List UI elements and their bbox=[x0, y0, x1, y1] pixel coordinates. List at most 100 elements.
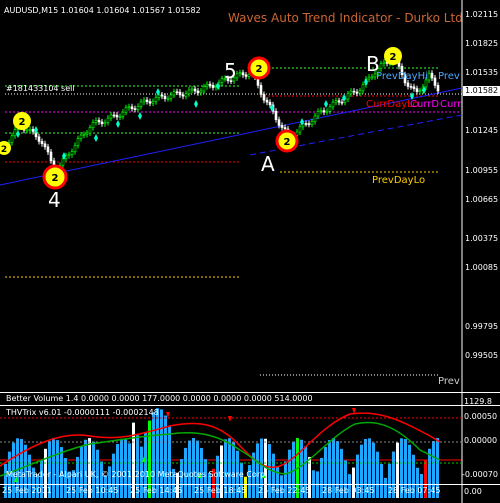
candle-body bbox=[340, 101, 344, 104]
candle-body bbox=[100, 121, 104, 125]
candle-body bbox=[358, 90, 362, 94]
candle-body bbox=[244, 74, 248, 77]
candle-body bbox=[427, 72, 431, 81]
wave-circle-a: 2 bbox=[275, 129, 299, 153]
candle-body bbox=[415, 88, 419, 92]
candle-body bbox=[280, 125, 284, 128]
candle-body bbox=[202, 86, 206, 92]
price-tick: 1.01825 bbox=[465, 39, 499, 48]
thv-trix-panel[interactable]: THVTrix v6.01 -0.0000111 -0.0002148 0.00… bbox=[0, 406, 500, 484]
candle-body bbox=[145, 99, 149, 102]
wave-marker-icon bbox=[138, 112, 142, 120]
wave-marker-icon bbox=[324, 100, 328, 108]
price-tick: 1.00375 bbox=[465, 234, 499, 243]
candle-body bbox=[85, 132, 89, 135]
candle-body bbox=[118, 116, 122, 118]
candle-body bbox=[418, 90, 422, 92]
candle-body bbox=[109, 114, 113, 119]
candle-body bbox=[328, 106, 332, 112]
candle-body bbox=[409, 86, 413, 88]
candle-body bbox=[166, 98, 170, 100]
price-tick: 1.00085 bbox=[465, 263, 499, 272]
candle-body bbox=[172, 91, 176, 96]
candle-body bbox=[346, 93, 350, 100]
candle-body bbox=[316, 111, 320, 117]
candle-body bbox=[37, 136, 41, 142]
sell-arrow-icon bbox=[228, 416, 232, 422]
candle-body bbox=[436, 85, 440, 92]
wave-circle-b: 2 bbox=[384, 47, 402, 65]
wave-circle-5: 2 bbox=[247, 56, 271, 80]
candle-body bbox=[136, 106, 140, 110]
candle-body bbox=[205, 83, 209, 88]
candle-body bbox=[187, 89, 191, 95]
svg-text:2: 2 bbox=[52, 173, 59, 184]
candle-body bbox=[106, 117, 110, 123]
candle-body bbox=[310, 121, 314, 125]
svg-text:2: 2 bbox=[1, 145, 7, 155]
candle-body bbox=[82, 134, 86, 136]
price-tick: 0.99505 bbox=[465, 351, 499, 360]
svg-text:2: 2 bbox=[256, 64, 263, 75]
candle-body bbox=[322, 110, 326, 113]
candle-body bbox=[160, 94, 164, 97]
candle-body bbox=[124, 107, 128, 113]
candle-body bbox=[208, 83, 212, 86]
candle-body bbox=[259, 85, 263, 95]
candle-body bbox=[142, 99, 146, 103]
candle-body bbox=[91, 122, 95, 128]
price-chart-panel[interactable]: 2 2 2 2 2 2 AUDUSD,M15 1.01604 1.01604 1… bbox=[0, 0, 500, 392]
candle-body bbox=[154, 97, 158, 102]
time-tick: 25 Feb 22:45 bbox=[258, 486, 311, 495]
price-tick: 1.00955 bbox=[465, 166, 499, 175]
candle-body bbox=[148, 101, 152, 104]
buy-arrow-icon bbox=[142, 456, 146, 462]
sell-arrow-icon bbox=[166, 412, 170, 418]
candle-body bbox=[370, 76, 374, 79]
time-tick: 25 Feb 2011 bbox=[2, 486, 52, 495]
candle-body bbox=[76, 138, 80, 146]
price-tick: 1.02115 bbox=[465, 10, 499, 19]
candle-body bbox=[175, 91, 179, 94]
candle-body bbox=[10, 135, 14, 143]
thv-axis-bottom: -0.00070 bbox=[462, 470, 498, 479]
time-tick: 25 Feb 14:45 bbox=[130, 486, 183, 495]
candle-body bbox=[43, 143, 47, 148]
candle-body bbox=[304, 123, 308, 125]
candle-body bbox=[190, 88, 194, 91]
candle-body bbox=[274, 110, 278, 120]
wave-circle-4: 2 bbox=[42, 164, 68, 190]
candle-body bbox=[298, 126, 302, 133]
candle-body bbox=[265, 99, 269, 103]
candle-body bbox=[121, 111, 125, 117]
candle-body bbox=[325, 110, 329, 113]
price-tick: 1.01245 bbox=[465, 126, 499, 135]
candle-body bbox=[49, 151, 53, 162]
candle-body bbox=[103, 122, 107, 125]
candle-body bbox=[181, 94, 185, 97]
candle-body bbox=[337, 100, 341, 103]
candle-body bbox=[184, 93, 188, 97]
candle-body bbox=[73, 145, 77, 152]
candle-body bbox=[79, 134, 83, 139]
time-tick: 25 Feb 18:45 bbox=[194, 486, 247, 495]
order-line-label[interactable]: #181433104 sell bbox=[6, 84, 75, 94]
candle-body bbox=[70, 151, 74, 156]
candle-body bbox=[211, 85, 215, 88]
wave-label-4: 4 bbox=[48, 188, 61, 212]
candle-body bbox=[382, 61, 386, 65]
candle-body bbox=[193, 88, 197, 92]
candle-body bbox=[88, 127, 92, 134]
thv-axis-mid: 0.00000 bbox=[464, 436, 498, 445]
candle-body bbox=[127, 106, 131, 109]
prev-day-hi-label: PrevDayHi bbox=[376, 71, 428, 82]
current-price-tag: 1.01582 bbox=[463, 86, 500, 96]
curr-label-clip: Curr bbox=[440, 99, 462, 110]
volume-title: Better Volume 1.4 0.0000 0.0000 177.0000… bbox=[6, 394, 313, 403]
candle-body bbox=[406, 82, 410, 87]
candle-body bbox=[199, 90, 203, 94]
candle-body bbox=[313, 115, 317, 122]
candle-body bbox=[268, 101, 272, 106]
candle-body bbox=[277, 119, 281, 126]
wave-marker-icon bbox=[116, 120, 120, 128]
